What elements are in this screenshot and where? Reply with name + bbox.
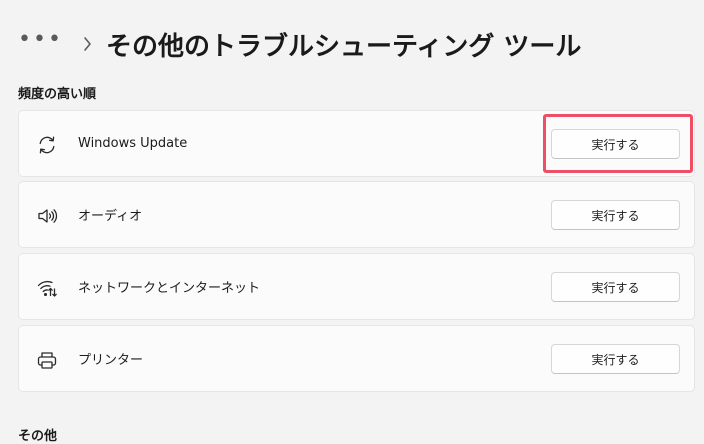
sync-icon: [36, 134, 58, 156]
troubleshooter-card-windows-update: Windows Update 実行する: [18, 110, 695, 177]
speaker-icon: [36, 205, 58, 227]
run-button-printer[interactable]: 実行する: [551, 344, 680, 374]
section-title-other: その他: [18, 429, 58, 444]
section-title-frequent: 頻度の高い順: [18, 87, 97, 102]
chevron-right-icon: [84, 37, 91, 51]
run-button-audio[interactable]: 実行する: [551, 200, 680, 230]
run-button-windows-update[interactable]: 実行する: [551, 129, 680, 159]
troubleshooter-card-network: ネットワークとインターネット 実行する: [18, 253, 695, 320]
card-label-network: ネットワークとインターネット: [78, 281, 261, 296]
breadcrumb-header: ••• その他のトラブルシューティング ツール: [18, 24, 581, 64]
troubleshooter-card-audio: オーディオ 実行する: [18, 181, 695, 248]
card-label-windows-update: Windows Update: [78, 136, 188, 151]
network-icon: [36, 277, 58, 299]
more-horizontal-icon[interactable]: •••: [18, 29, 63, 51]
run-button-network[interactable]: 実行する: [551, 272, 680, 302]
page-title: その他のトラブルシューティング ツール: [105, 31, 582, 62]
printer-icon: [36, 349, 58, 371]
troubleshooter-card-printer: プリンター 実行する: [18, 325, 695, 392]
card-label-printer: プリンター: [78, 353, 144, 368]
card-label-audio: オーディオ: [78, 209, 143, 224]
